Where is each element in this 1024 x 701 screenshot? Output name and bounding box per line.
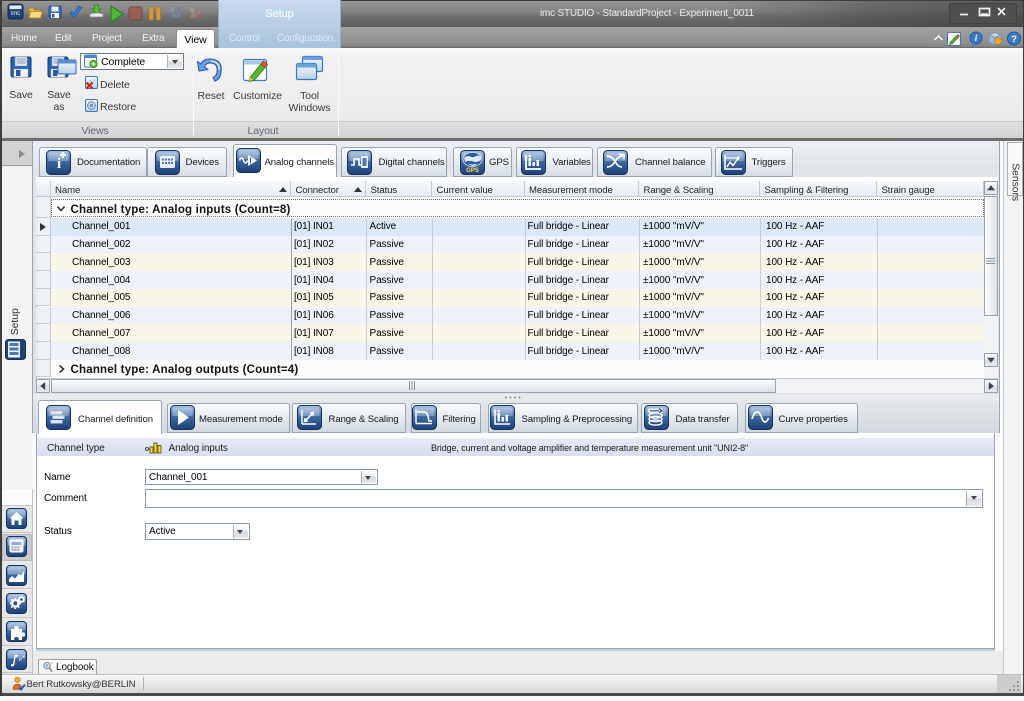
svg-text:i: i [57, 156, 61, 172]
svg-text:imc: imc [11, 11, 20, 17]
svg-text:e: e [19, 656, 22, 663]
svg-text:?: ? [1011, 34, 1017, 45]
svg-text:GPS: GPS [466, 166, 479, 173]
